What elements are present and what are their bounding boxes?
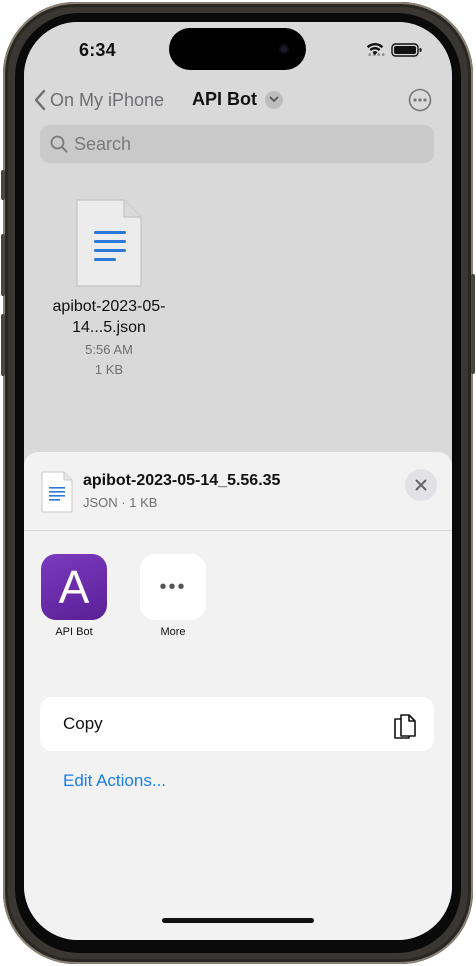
more-icon: ••• bbox=[140, 554, 206, 620]
share-app-more[interactable]: ••• More bbox=[140, 554, 206, 638]
folder-title-menu[interactable]: API Bot bbox=[192, 89, 283, 110]
battery-icon bbox=[391, 43, 422, 57]
search-icon bbox=[50, 135, 68, 153]
share-file-title: apibot-2023-05-14_5.56.35 bbox=[83, 472, 281, 489]
share-sheet-header: apibot-2023-05-14_5.56.35 JSON · 1 KB bbox=[24, 452, 452, 531]
copy-label: Copy bbox=[63, 714, 103, 733]
app-label: More bbox=[160, 626, 186, 638]
camera-icon bbox=[279, 44, 289, 54]
file-time: 5:56 AM bbox=[85, 342, 133, 357]
close-icon bbox=[415, 479, 427, 491]
search-placeholder: Search bbox=[74, 133, 132, 154]
copy-action[interactable]: Copy bbox=[40, 697, 434, 751]
more-glyph: ••• bbox=[159, 575, 187, 598]
file-browser: 6:34 •••• On My iPhone API Bot Search ap… bbox=[24, 22, 452, 462]
share-sheet: apibot-2023-05-14_5.56.35 JSON · 1 KB A … bbox=[24, 452, 452, 940]
apibot-app-icon: A bbox=[41, 554, 107, 620]
json-file-icon[interactable] bbox=[74, 197, 144, 289]
close-button[interactable] bbox=[405, 469, 437, 501]
edit-actions-link[interactable]: Edit Actions... bbox=[63, 771, 166, 791]
volume-down-button bbox=[1, 314, 5, 376]
file-name[interactable]: apibot-2023-05-14...5.json bbox=[44, 296, 174, 338]
volume-up-button bbox=[1, 234, 5, 296]
chevron-down-icon bbox=[265, 90, 283, 109]
share-app-apibot[interactable]: A API Bot bbox=[41, 554, 107, 638]
back-button[interactable]: On My iPhone bbox=[34, 88, 164, 112]
home-indicator[interactable] bbox=[162, 918, 314, 923]
screen: 6:34 •••• On My iPhone API Bot Search ap… bbox=[24, 22, 452, 940]
app-label: API Bot bbox=[55, 626, 93, 638]
power-button bbox=[471, 274, 475, 374]
chevron-left-icon bbox=[34, 89, 46, 111]
more-options-icon[interactable] bbox=[408, 88, 432, 112]
dynamic-island bbox=[169, 28, 306, 70]
action-button bbox=[1, 170, 5, 200]
wifi-icon bbox=[366, 43, 384, 55]
back-label: On My iPhone bbox=[50, 89, 165, 110]
document-icon bbox=[41, 471, 73, 513]
folder-title: API Bot bbox=[192, 89, 257, 109]
search-field[interactable]: Search bbox=[40, 125, 434, 163]
wifi-battery-icons bbox=[366, 43, 422, 57]
file-size: 1 KB bbox=[94, 362, 124, 377]
copy-icon bbox=[394, 714, 416, 739]
status-time: 6:34 bbox=[79, 40, 116, 60]
share-file-subtitle: JSON · 1 KB bbox=[83, 495, 158, 510]
